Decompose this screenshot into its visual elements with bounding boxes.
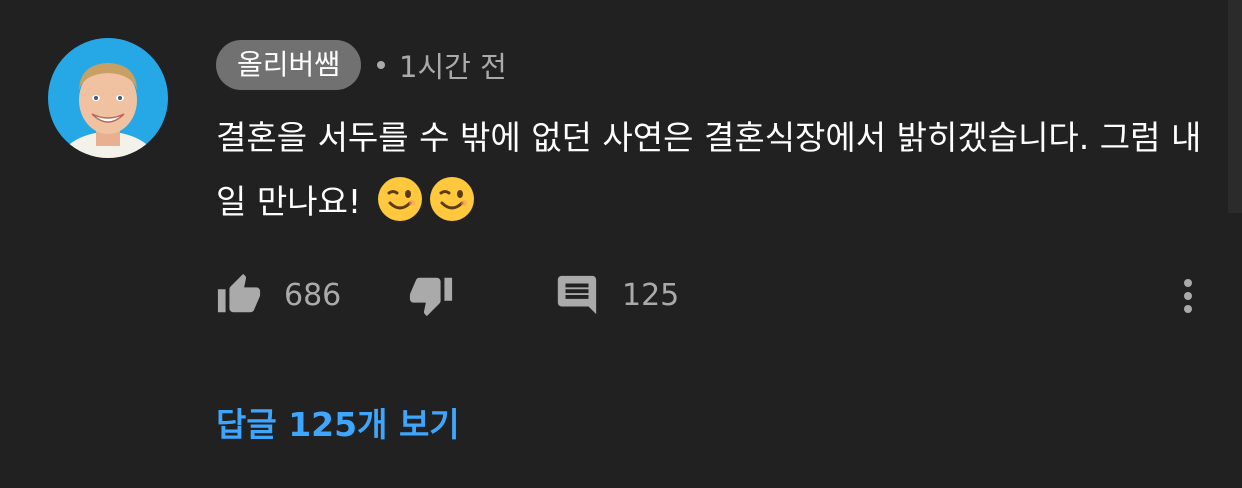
winking-face-icon bbox=[428, 175, 476, 223]
comment-actions: 686 125 bbox=[216, 272, 1206, 318]
view-replies-link[interactable]: 답글 125개 보기 bbox=[216, 398, 460, 446]
comment-header: 올리버쌤 1시간 전 bbox=[216, 40, 507, 90]
comment-body: 결혼을 서두를 수 밖에 없던 사연은 결혼식장에서 밝히겠습니다. 그럼 내일… bbox=[216, 106, 1206, 234]
comment-icon bbox=[557, 275, 597, 315]
avatar[interactable] bbox=[48, 38, 168, 158]
like-button[interactable]: 686 bbox=[216, 272, 341, 318]
author-name[interactable]: 올리버쌤 bbox=[216, 40, 362, 90]
more-options-button[interactable] bbox=[1176, 278, 1200, 314]
winking-face-icon bbox=[376, 175, 424, 223]
comment-timestamp: 1시간 전 bbox=[399, 50, 507, 84]
avatar-image bbox=[48, 38, 168, 158]
like-count: 686 bbox=[284, 277, 342, 313]
reply-count: 125 bbox=[622, 277, 680, 313]
more-vertical-icon bbox=[1184, 279, 1192, 313]
dislike-button[interactable] bbox=[408, 272, 454, 318]
thumbs-down-icon bbox=[409, 277, 453, 317]
separator-dot bbox=[377, 61, 386, 69]
reply-button[interactable]: 125 bbox=[554, 272, 679, 318]
comment-text: 결혼을 서두를 수 밖에 없던 사연은 결혼식장에서 밝히겠습니다. 그럼 내일… bbox=[216, 118, 1202, 221]
scrollbar[interactable] bbox=[1228, 0, 1242, 213]
thumbs-up-icon bbox=[217, 273, 261, 313]
